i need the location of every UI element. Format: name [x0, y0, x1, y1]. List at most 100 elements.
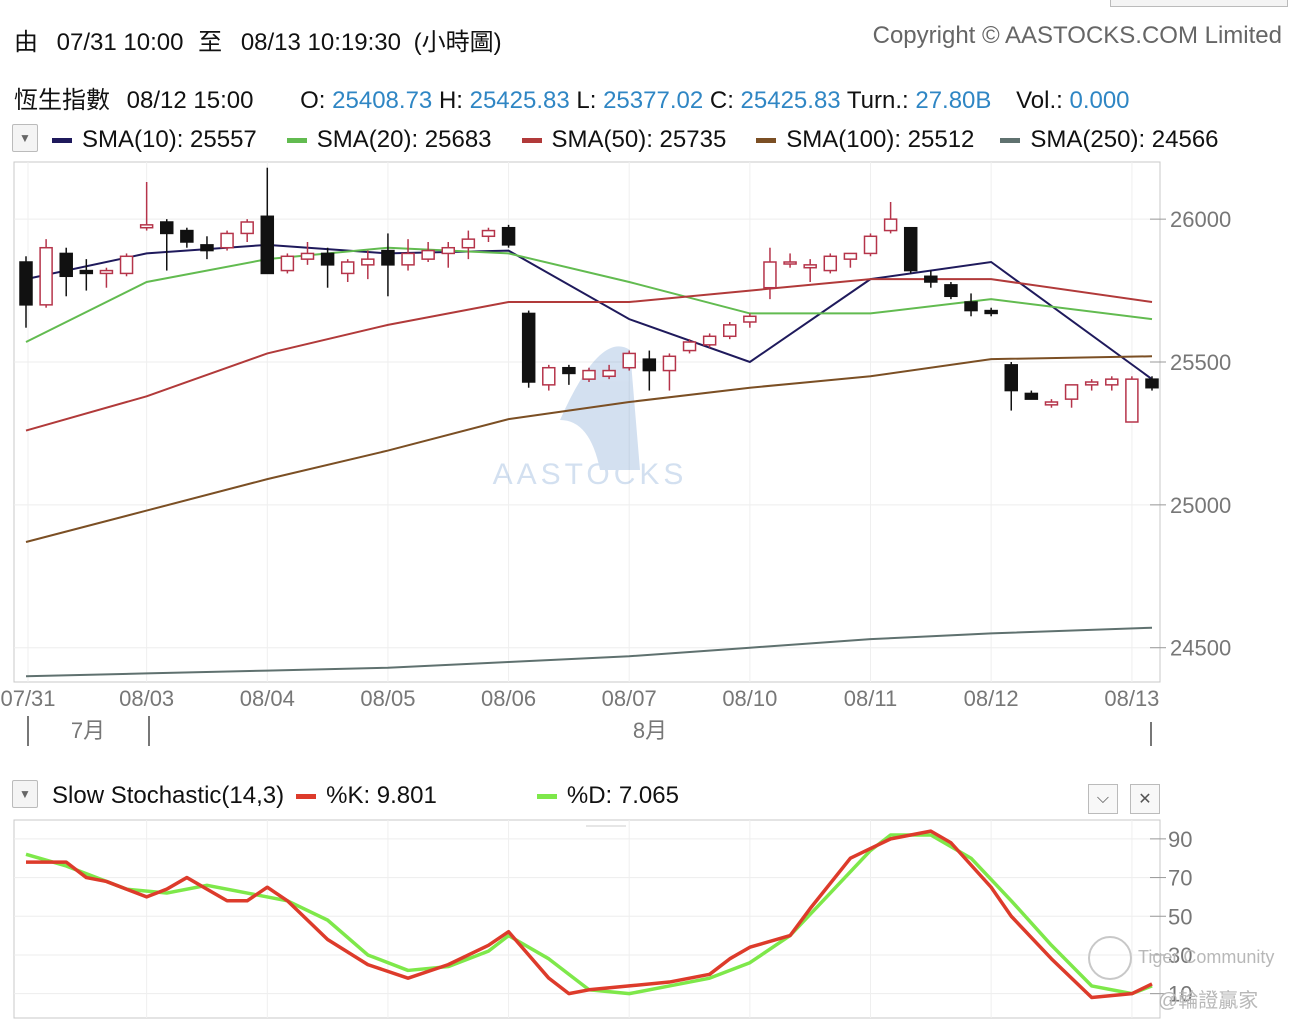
candle [1125, 376, 1139, 423]
candle [723, 322, 737, 340]
candle [260, 167, 275, 275]
sma-legend-item: SMA(10): 25557 [52, 126, 257, 154]
candle [361, 250, 375, 280]
candle [883, 202, 898, 234]
sma-dropdown-icon[interactable]: ▼ [12, 124, 38, 152]
candle-body [582, 369, 596, 380]
watermark-logo-icon [560, 346, 640, 470]
candle [542, 364, 556, 391]
candle-body [79, 269, 94, 275]
close-label: C: [709, 87, 734, 114]
k-label: %K: 9.801 [326, 782, 437, 809]
low-value: 25377.02 [603, 87, 704, 114]
close-value: 25425.83 [740, 87, 841, 114]
stoch-plot-area [13, 819, 1161, 1019]
open-label: O: [300, 87, 326, 114]
candle-body [723, 324, 737, 338]
candle-body [883, 218, 898, 232]
y-tick-label: 25500 [1170, 350, 1231, 375]
sma-legend-item: SMA(250): 24566 [1000, 126, 1219, 154]
candle [160, 219, 174, 271]
candle-body [521, 312, 536, 383]
candle [280, 253, 295, 274]
candle [79, 259, 94, 291]
sma-line [25, 626, 1153, 678]
x-tick-label: 07/31 [0, 686, 55, 711]
sma100-swatch [756, 137, 777, 143]
candle [220, 230, 234, 251]
chart-interval: (小時圖) [413, 29, 502, 56]
candle-body [1105, 378, 1119, 386]
sma250-swatch [1000, 137, 1021, 143]
candle [763, 247, 777, 300]
collapse-icon[interactable]: ⌵ [1088, 784, 1118, 814]
candle-body [642, 358, 657, 372]
stoch-title: Slow Stochastic(14,3) [52, 782, 285, 809]
candle-body [361, 258, 375, 266]
sma-legend-item: SMA(20): 25683 [286, 126, 492, 154]
candle-body [340, 261, 355, 275]
low-label: L: [576, 87, 597, 114]
candle-body [924, 275, 938, 283]
x-tick-label: 08/03 [119, 686, 174, 711]
candle-body [964, 301, 978, 312]
turnover-value: 27.80B [915, 87, 992, 114]
high-label: H: [438, 87, 463, 114]
y-tick-label: 50 [1168, 904, 1192, 929]
x-tick-label: 08/06 [481, 686, 536, 711]
volume-value: 0.000 [1069, 87, 1130, 114]
corner-watermark-line2: @輪證贏家 [1158, 990, 1259, 1012]
candle-body [1044, 401, 1059, 406]
candle-body [1004, 364, 1018, 392]
candle-body [743, 315, 757, 323]
candle-body [562, 366, 576, 375]
candle-body [602, 369, 616, 378]
x-tick-label: 08/13 [1104, 686, 1159, 711]
top-toolbar-tab[interactable] [1110, 0, 1288, 7]
sma-line [25, 355, 1153, 543]
quote-bar: 恆生指數 08/12 15:00 O: 25408.73 H: 25425.83… [14, 80, 1130, 115]
candle [602, 364, 616, 380]
candle-body [119, 255, 134, 275]
candle [99, 267, 114, 288]
candle-body [200, 244, 214, 252]
open-value: 25408.73 [332, 87, 433, 114]
sma20-label: SMA(20): 25683 [316, 126, 492, 153]
candle-body [863, 235, 878, 255]
candle-body [984, 309, 998, 315]
candle [59, 247, 73, 297]
candle [320, 247, 335, 288]
sma-line [25, 243, 1153, 380]
stoch-dropdown-icon[interactable]: ▼ [12, 780, 38, 808]
candle [924, 270, 938, 288]
candle-body [39, 246, 53, 306]
candle [783, 253, 797, 268]
aastocks-watermark: AASTOCKS [493, 346, 683, 491]
sma-line [25, 278, 1153, 432]
candle-body [381, 249, 395, 266]
candle-body [1145, 378, 1159, 389]
sma10-swatch [52, 137, 72, 143]
high-value: 25425.83 [469, 87, 570, 114]
candle [441, 242, 455, 268]
sma10-label: SMA(10): 25557 [82, 126, 257, 153]
candle [300, 242, 315, 265]
volume-label: Vol.: [1016, 87, 1063, 114]
range-from-label: 由 [14, 29, 38, 56]
y-tick-label: 24500 [1170, 636, 1231, 661]
candle-body [662, 355, 677, 372]
candle [381, 233, 395, 297]
candle-body [160, 221, 174, 235]
candle-body [501, 226, 516, 246]
index-name: 恆生指數 [14, 87, 110, 114]
stochastic-chart[interactable]: 1030507090 [0, 0, 1296, 1028]
candle [421, 242, 435, 262]
candle-body [783, 261, 797, 265]
d-swatch [536, 793, 557, 799]
candle [240, 219, 254, 242]
close-icon[interactable]: ✕ [1130, 784, 1160, 814]
sma250-label: SMA(250): 24566 [1030, 126, 1219, 153]
sma-line [25, 246, 1153, 343]
candle [682, 339, 697, 354]
x-tick-label: 08/07 [602, 686, 657, 711]
